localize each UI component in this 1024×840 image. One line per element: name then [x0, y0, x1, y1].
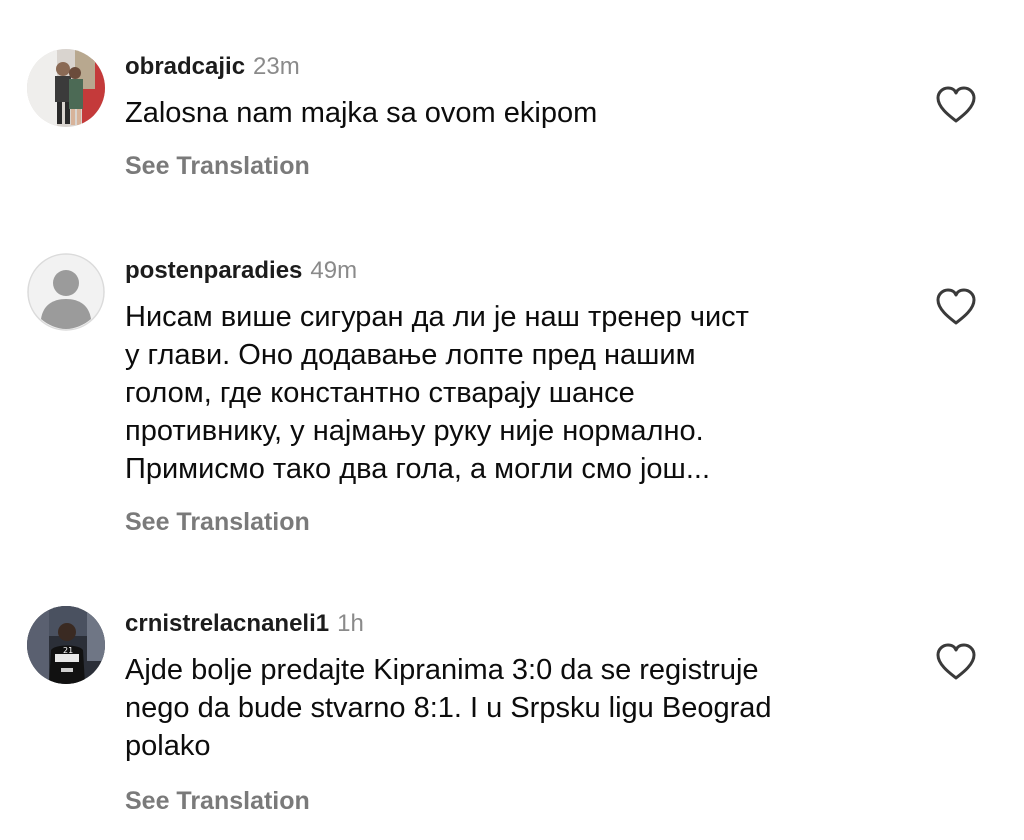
- comment-text: Ajde bolje predajte Kipranima 3:0 da se …: [125, 651, 915, 765]
- comment-item: 21 crnistrelacnaneli1 1h Ajde bolje preda…: [0, 0, 1024, 840]
- username[interactable]: crnistrelacnaneli1: [125, 610, 329, 637]
- like-button[interactable]: [934, 642, 978, 682]
- see-translation-button[interactable]: See Translation: [125, 786, 310, 816]
- timestamp: 1h: [337, 610, 364, 637]
- svg-text:21: 21: [63, 646, 73, 655]
- comment-line: polako: [125, 730, 211, 762]
- heart-outline-icon: [936, 643, 976, 680]
- comment-line: Ajde bolje predajte Kipranima 3:0 da se …: [125, 654, 759, 686]
- comment-header: crnistrelacnaneli1 1h: [125, 609, 364, 639]
- comment-line: nego da bude stvarno 8:1. I u Srpsku lig…: [125, 692, 772, 724]
- user-avatar[interactable]: 21: [27, 606, 105, 684]
